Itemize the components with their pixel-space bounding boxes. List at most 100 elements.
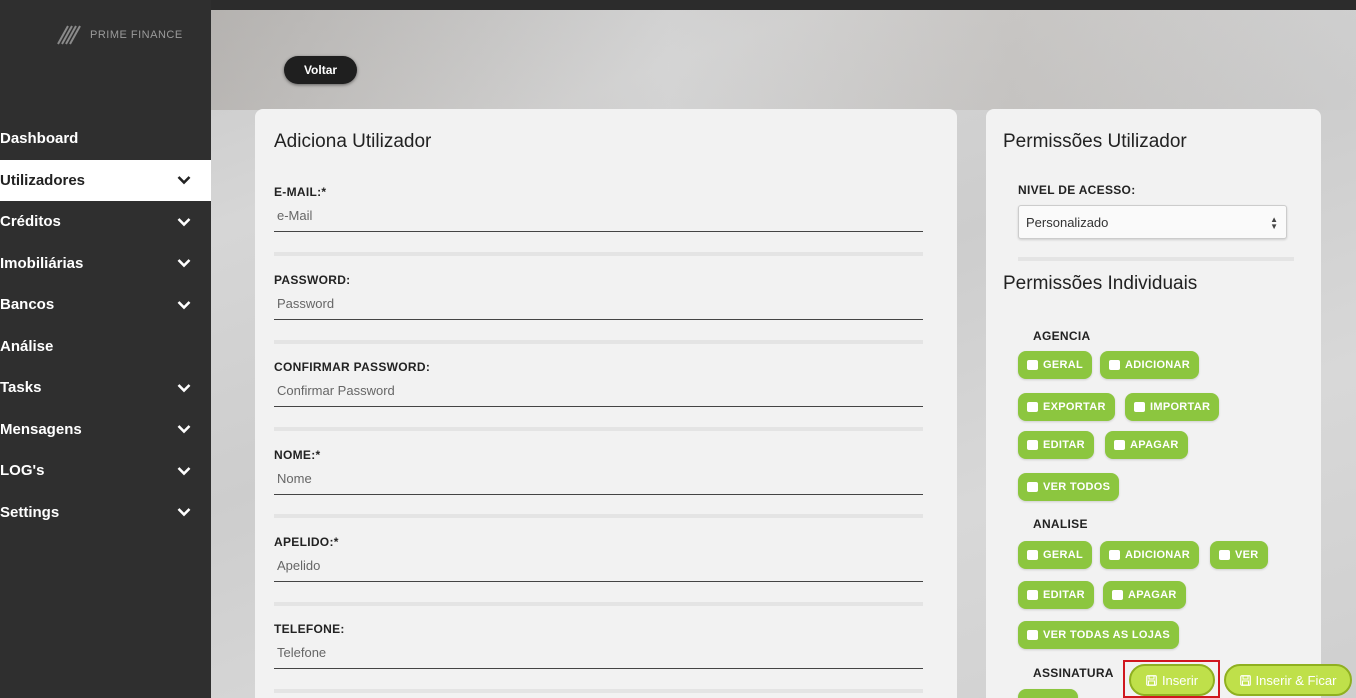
- perm-label: APAGAR: [1128, 589, 1177, 601]
- group-assinatura-label: ASSINATURA: [1033, 666, 1114, 680]
- perm-label: IMPORTAR: [1150, 401, 1211, 413]
- perm-label: ADICIONAR: [1125, 359, 1191, 371]
- sidebar-item-label: Créditos: [0, 213, 61, 231]
- sidebar-item-creditos[interactable]: Créditos: [0, 201, 211, 243]
- sidebar-item-settings[interactable]: Settings: [0, 492, 211, 534]
- perm-label: ADICIONAR: [1125, 549, 1191, 561]
- surname-input[interactable]: [274, 558, 923, 582]
- email-field-group: E-MAIL:*: [274, 185, 923, 232]
- name-field-group: NOME:*: [274, 448, 923, 495]
- sidebar-item-dashboard[interactable]: Dashboard: [0, 118, 211, 160]
- sidebar-item-label: Dashboard: [0, 130, 79, 148]
- perm-agencia-ver-todos[interactable]: VER TODOS: [1018, 473, 1120, 501]
- chevron-down-icon: [177, 300, 191, 310]
- checkbox-icon: [1112, 590, 1123, 600]
- perm-label: GERAL: [1043, 359, 1083, 371]
- main-content: Voltar Adiciona Utilizador E-MAIL:* PASS…: [211, 10, 1356, 698]
- chevron-down-icon: [177, 176, 191, 185]
- checkbox-icon: [1027, 482, 1038, 492]
- checkbox-icon: [1027, 440, 1038, 450]
- chevron-down-icon: [177, 425, 191, 434]
- name-label: NOME:*: [274, 448, 321, 462]
- perm-label: GERAL: [1043, 549, 1083, 561]
- access-level-label: NIVEL DE ACESSO:: [1018, 183, 1136, 197]
- perm-agencia-importar[interactable]: IMPORTAR: [1125, 393, 1220, 421]
- perm-label: VER: [1235, 549, 1259, 561]
- confirm-password-field-group: CONFIRMAR PASSWORD:: [274, 360, 923, 407]
- surname-label: APELIDO:*: [274, 535, 339, 549]
- access-level-select[interactable]: Personalizado ▲ ▼: [1018, 205, 1287, 239]
- sidebar-item-analise[interactable]: Análise: [0, 326, 211, 368]
- group-analise-label: ANALISE: [1033, 517, 1088, 531]
- add-user-card: Adiciona Utilizador E-MAIL:* PASSWORD: C…: [255, 109, 957, 698]
- checkbox-icon: [1027, 590, 1038, 600]
- sidebar-nav: Dashboard Utilizadores Créditos Imobiliá…: [0, 118, 211, 533]
- divider: [274, 602, 923, 606]
- perm-agencia-adicionar[interactable]: ADICIONAR: [1100, 351, 1200, 379]
- perm-analise-apagar[interactable]: APAGAR: [1103, 581, 1186, 609]
- insert-stay-label: Inserir & Ficar: [1255, 672, 1337, 688]
- sidebar-item-mensagens[interactable]: Mensagens: [0, 409, 211, 451]
- perm-analise-geral[interactable]: GERAL: [1018, 541, 1092, 569]
- highlight-box: [1123, 660, 1220, 698]
- divider: [274, 689, 923, 693]
- sidebar-item-tasks[interactable]: Tasks: [0, 367, 211, 409]
- chevron-down-icon: [177, 217, 191, 227]
- perm-analise-ver[interactable]: VER: [1210, 541, 1268, 569]
- sidebar-item-imobiliarias[interactable]: Imobiliárias: [0, 243, 211, 285]
- access-level-value: Personalizado: [1026, 215, 1109, 230]
- name-input[interactable]: [274, 471, 923, 495]
- checkbox-icon: [1219, 550, 1230, 560]
- email-label: E-MAIL:*: [274, 185, 327, 199]
- perm-agencia-apagar[interactable]: APAGAR: [1105, 431, 1188, 459]
- password-input[interactable]: [274, 296, 923, 320]
- divider: [274, 427, 923, 431]
- sidebar-item-bancos[interactable]: Bancos: [0, 284, 211, 326]
- sidebar-item-logs[interactable]: LOG's: [0, 450, 211, 492]
- checkbox-icon: [1027, 550, 1038, 560]
- checkbox-icon: [1134, 402, 1145, 412]
- email-input[interactable]: [274, 208, 923, 232]
- perm-assinatura-item[interactable]: [1018, 689, 1078, 698]
- checkbox-icon: [1109, 360, 1120, 370]
- surname-field-group: APELIDO:*: [274, 535, 923, 582]
- chevron-down-icon: [177, 259, 191, 268]
- add-user-title: Adiciona Utilizador: [274, 131, 432, 152]
- perm-analise-ver-todas-lojas[interactable]: VER TODAS AS LOJAS: [1018, 621, 1180, 649]
- permissions-card: Permissões Utilizador NIVEL DE ACESSO: P…: [986, 109, 1321, 698]
- sidebar-item-label: Settings: [0, 503, 60, 521]
- perm-agencia-geral[interactable]: GERAL: [1018, 351, 1092, 379]
- perm-agencia-editar[interactable]: EDITAR: [1018, 431, 1094, 459]
- password-label: PASSWORD:: [274, 273, 351, 287]
- group-agencia-label: AGENCIA: [1033, 329, 1091, 343]
- perm-label: EDITAR: [1043, 439, 1085, 451]
- sidebar-item-label: Utilizadores: [0, 171, 86, 189]
- phone-input[interactable]: [274, 645, 923, 669]
- sidebar-item-label: Análise: [0, 337, 54, 355]
- save-icon: [1239, 674, 1251, 686]
- phone-label: TELEFONE:: [274, 622, 345, 636]
- perm-agencia-exportar[interactable]: EXPORTAR: [1018, 393, 1115, 421]
- divider: [274, 514, 923, 518]
- perm-label: VER TODOS: [1043, 481, 1111, 493]
- divider: [274, 252, 923, 256]
- sidebar-item-label: Imobiliárias: [0, 254, 84, 272]
- checkbox-icon: [1027, 360, 1038, 370]
- perm-analise-adicionar[interactable]: ADICIONAR: [1100, 541, 1200, 569]
- brand-logo[interactable]: PRIME FINANCE: [56, 24, 183, 46]
- select-arrows-icon: ▲ ▼: [1270, 215, 1278, 231]
- confirm-password-input[interactable]: [274, 383, 923, 407]
- perm-label: EDITAR: [1043, 589, 1085, 601]
- password-field-group: PASSWORD:: [274, 273, 923, 320]
- permissions-title: Permissões Utilizador: [1003, 131, 1187, 152]
- insert-and-stay-button[interactable]: Inserir & Ficar: [1224, 664, 1352, 696]
- back-button[interactable]: Voltar: [284, 56, 357, 84]
- sidebar-item-utilizadores[interactable]: Utilizadores: [0, 159, 211, 201]
- individual-permissions-title: Permissões Individuais: [1003, 273, 1198, 294]
- perm-analise-editar[interactable]: EDITAR: [1018, 581, 1094, 609]
- perm-label: APAGAR: [1130, 439, 1179, 451]
- checkbox-icon: [1027, 630, 1038, 640]
- divider: [274, 340, 923, 344]
- sidebar-item-label: Tasks: [0, 379, 42, 397]
- perm-label: EXPORTAR: [1043, 401, 1106, 413]
